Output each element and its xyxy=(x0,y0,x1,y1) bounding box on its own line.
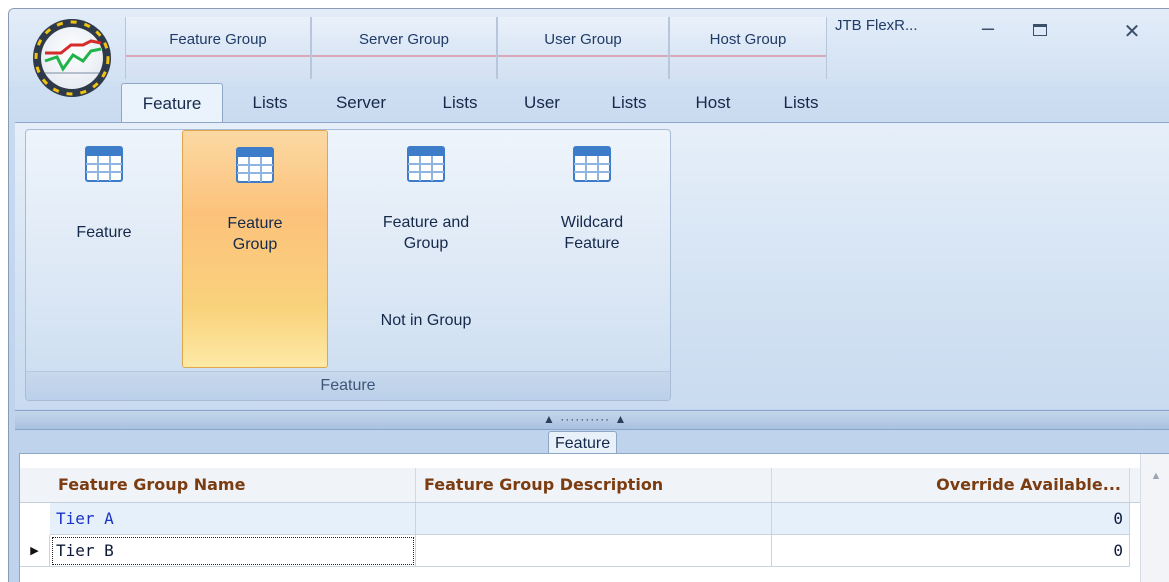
label-line: Group xyxy=(232,236,278,253)
vertical-scrollbar[interactable]: ▲ xyxy=(1140,454,1169,582)
column-header-override-available[interactable]: Override Available... xyxy=(772,468,1130,502)
tab-user[interactable]: User xyxy=(509,85,575,121)
label-line: Wildcard xyxy=(560,214,624,231)
table-row[interactable]: Tier A 0 xyxy=(20,503,1140,535)
context-group-title: Feature Group xyxy=(126,27,310,57)
tab-server[interactable]: Server xyxy=(321,85,401,121)
panel-splitter[interactable]: ▲ ·········· ▲ xyxy=(15,410,1169,430)
maximize-icon xyxy=(1033,24,1047,36)
context-group-server: Server Group xyxy=(311,17,497,79)
tab-host[interactable]: Host xyxy=(681,85,745,121)
feature-group-button[interactable]: Feature Group xyxy=(182,130,328,368)
ribbon-group-feature: Feature Feature Group Feature and Group … xyxy=(25,129,671,401)
splitter-grip-icon[interactable]: ▲ ·········· ▲ xyxy=(543,411,627,427)
context-group-title: User Group xyxy=(498,27,668,57)
tab-host-lists[interactable]: Lists xyxy=(766,85,836,121)
tab-user-lists[interactable]: Lists xyxy=(594,85,664,121)
table-icon xyxy=(85,146,123,182)
ribbon: Feature Feature Group Feature and Group … xyxy=(15,122,1169,409)
close-button[interactable]: ✕ xyxy=(1117,19,1147,44)
minimize-icon: – xyxy=(981,15,995,40)
wildcard-feature-button[interactable]: Wildcard Feature xyxy=(522,130,662,368)
feature-button-label: Feature xyxy=(76,224,132,241)
close-icon: ✕ xyxy=(1123,21,1141,43)
label-line: Feature and xyxy=(382,214,470,231)
cell-feature-group-name[interactable]: Tier B xyxy=(50,535,416,567)
tab-feature[interactable]: Feature xyxy=(121,83,223,122)
cell-feature-group-description[interactable] xyxy=(416,503,772,535)
feature-group-grid: Feature Group Name Feature Group Descrip… xyxy=(19,453,1169,582)
column-header-feature-group-name[interactable]: Feature Group Name xyxy=(50,468,416,502)
table-row[interactable]: ▶ Tier B 0 xyxy=(20,535,1140,567)
tab-feature-lists[interactable]: Lists xyxy=(235,85,305,121)
grid-header: Feature Group Name Feature Group Descrip… xyxy=(20,468,1140,503)
table-icon xyxy=(407,146,445,182)
table-icon xyxy=(573,146,611,182)
column-header-feature-group-description[interactable]: Feature Group Description xyxy=(416,468,772,502)
context-group-host: Host Group xyxy=(669,17,827,79)
cell-feature-group-description[interactable] xyxy=(416,535,772,567)
not-in-group-label: Not in Group xyxy=(380,312,472,329)
feature-and-group-button-label: Feature and Group xyxy=(346,212,506,254)
app-window: Feature Group Server Group User Group Ho… xyxy=(8,8,1169,582)
minimize-button[interactable]: – xyxy=(973,15,1003,41)
current-row-indicator-icon: ▶ xyxy=(20,535,50,567)
label-line: Feature xyxy=(564,235,620,252)
feature-button[interactable]: Feature xyxy=(34,130,174,368)
feature-and-group-button[interactable]: Feature and Group Not in Group xyxy=(346,130,506,368)
wildcard-feature-button-label: Wildcard Feature xyxy=(522,212,662,254)
table-icon xyxy=(236,147,274,183)
window-title: JTB FlexR... xyxy=(835,17,918,34)
title-bar: Feature Group Server Group User Group Ho… xyxy=(9,9,1169,81)
label-line: Group xyxy=(403,235,449,252)
context-group-feature: Feature Group xyxy=(125,17,311,79)
context-group-title: Host Group xyxy=(670,27,826,57)
feature-group-button-label: Feature Group xyxy=(183,213,327,255)
context-group-title: Server Group xyxy=(312,27,496,57)
cell-override-available[interactable]: 0 xyxy=(772,535,1130,567)
context-group-user: User Group xyxy=(497,17,669,79)
app-orb-button[interactable] xyxy=(31,17,113,99)
tab-server-lists[interactable]: Lists xyxy=(425,85,495,121)
cell-override-available[interactable]: 0 xyxy=(772,503,1130,535)
label-line: Feature xyxy=(227,215,283,232)
maximize-button[interactable] xyxy=(1025,23,1055,41)
ribbon-group-caption: Feature xyxy=(26,371,670,400)
cell-feature-group-name[interactable]: Tier A xyxy=(50,503,416,535)
scroll-up-icon[interactable]: ▲ xyxy=(1141,470,1169,482)
